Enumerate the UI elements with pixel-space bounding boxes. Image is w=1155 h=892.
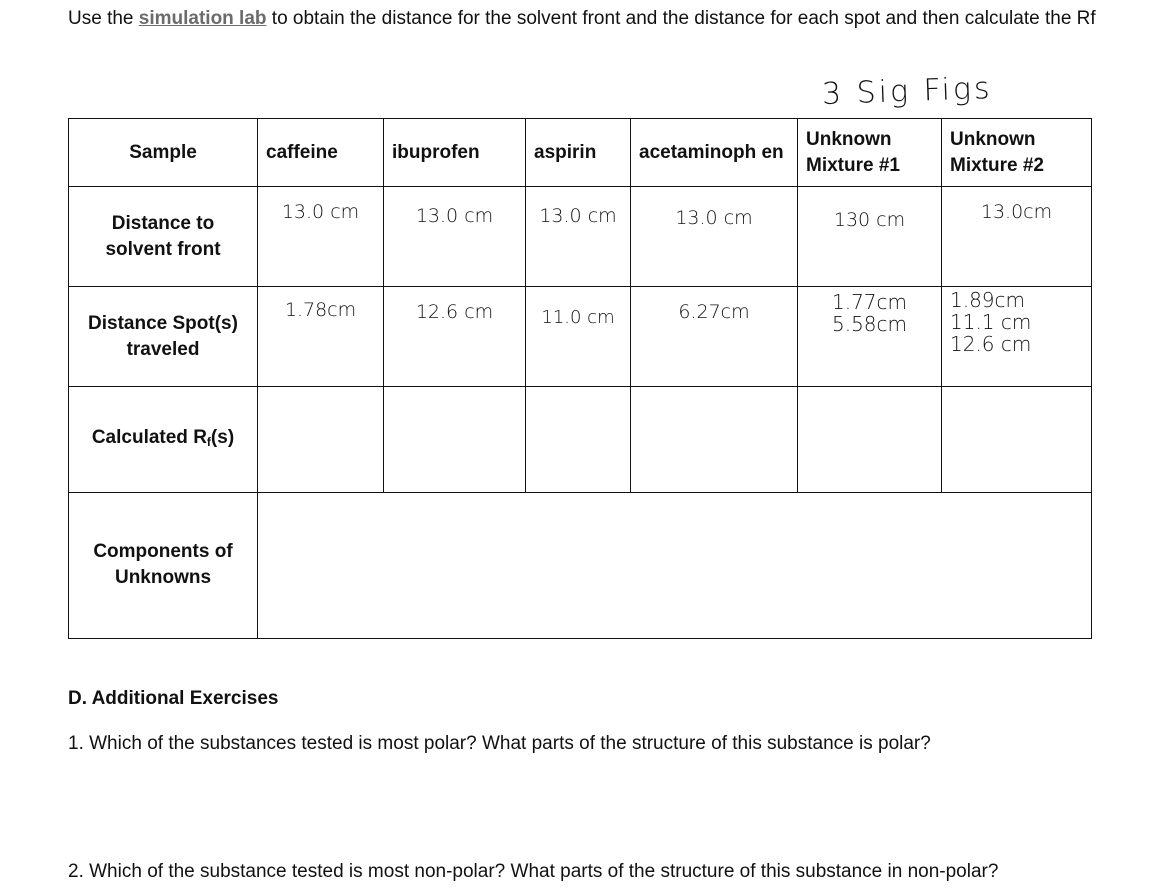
spot-unknown-1-a: 1.77cm <box>831 290 907 314</box>
rf-ibuprofen[interactable] <box>383 386 526 493</box>
spot-aspirin[interactable]: 11.0 cm <box>525 286 631 387</box>
spot-unknown-2[interactable]: 1.89cm 11.1 cm 12.6 cm <box>941 286 1092 387</box>
rf-label-end: (s) <box>210 426 235 448</box>
spot-unknown-2-a: 1.89cm <box>950 288 1026 312</box>
rf-acetaminophen[interactable] <box>630 386 798 493</box>
spot-caffeine[interactable]: 1.78cm <box>257 286 384 387</box>
solvent-front-unknown-2[interactable]: 13.0cm <box>941 186 1092 287</box>
spot-ibuprofen[interactable]: 12.6 cm <box>383 286 526 387</box>
question-2: 2. Which of the substance tested is most… <box>68 861 999 882</box>
solvent-front-caffeine[interactable]: 13.0 cm <box>257 186 384 287</box>
col-aspirin: aspirin <box>525 118 631 187</box>
col-unknown-1: Unknown Mixture #1 <box>797 118 942 187</box>
components-label: Components of Unknowns <box>68 492 258 639</box>
spot-distance-label: Distance Spot(s) traveled <box>68 286 258 387</box>
components-value[interactable] <box>257 492 1092 639</box>
components-row: Components of Unknowns <box>68 492 1092 639</box>
solvent-front-aspirin[interactable]: 13.0 cm <box>525 186 631 287</box>
sample-header: Sample <box>68 118 258 187</box>
col-ibuprofen: ibuprofen <box>383 118 526 187</box>
instructions: Use the simulation lab to obtain the dis… <box>68 6 1148 32</box>
solvent-front-row: Distance to solvent front 13.0 cm 13.0 c… <box>68 186 1092 287</box>
solvent-front-unknown-1[interactable]: 130 cm <box>797 186 942 287</box>
question-1: 1. Which of the substances tested is mos… <box>68 733 931 754</box>
rf-row: Calculated Rf(s) <box>68 386 1092 493</box>
rf-label: Calculated Rf(s) <box>68 386 258 493</box>
spot-acetaminophen[interactable]: 6.27cm <box>630 286 798 387</box>
instructions-suffix: to obtain the distance for the solvent f… <box>266 8 1096 29</box>
section-d-title: D. Additional Exercises <box>68 688 279 709</box>
col-caffeine: caffeine <box>257 118 384 187</box>
rf-caffeine[interactable] <box>257 386 384 493</box>
spot-unknown-2-b: 11.1 cm <box>950 310 1032 334</box>
col-unknown-2: Unknown Mixture #2 <box>941 118 1092 187</box>
solvent-front-label: Distance to solvent front <box>68 186 258 287</box>
spot-unknown-1[interactable]: 1.77cm 5.58cm <box>797 286 942 387</box>
rf-unknown-2[interactable] <box>941 386 1092 493</box>
spot-distance-row: Distance Spot(s) traveled 1.78cm 12.6 cm… <box>68 286 1092 387</box>
header-row: Sample caffeine ibuprofen aspirin acetam… <box>68 118 1092 187</box>
instructions-prefix: Use the <box>68 8 139 29</box>
simulation-lab-link[interactable]: simulation lab <box>139 8 267 29</box>
rf-unknown-1[interactable] <box>797 386 942 493</box>
results-table: Sample caffeine ibuprofen aspirin acetam… <box>68 118 1092 639</box>
handwritten-annotation: 3 Sig Figs <box>821 71 994 112</box>
col-acetaminophen: acetaminoph en <box>630 118 798 187</box>
spot-unknown-1-b: 5.58cm <box>831 312 907 336</box>
rf-aspirin[interactable] <box>525 386 631 493</box>
solvent-front-acetaminophen[interactable]: 13.0 cm <box>630 186 798 287</box>
solvent-front-ibuprofen[interactable]: 13.0 cm <box>383 186 526 287</box>
spot-unknown-2-c: 12.6 cm <box>950 332 1032 356</box>
rf-label-main: Calculated R <box>91 426 207 448</box>
